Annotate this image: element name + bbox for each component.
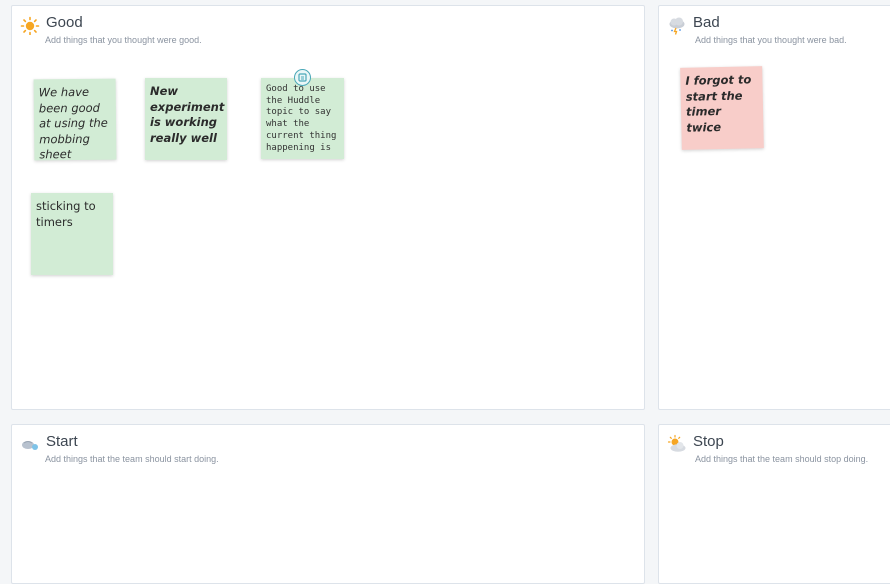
column-bad: Bad Add things that you thought were bad…	[658, 5, 890, 410]
column-stop: Stop Add things that the team should sto…	[658, 424, 890, 584]
sun-behind-cloud-icon	[667, 434, 687, 454]
storm-cloud-icon	[667, 15, 687, 35]
sticky-note[interactable]: I forgot to start the timer twice	[680, 66, 764, 150]
column-start-header: Start	[20, 433, 78, 454]
sticky-note-text: sticking to timers	[36, 199, 96, 229]
sticky-note[interactable]: sticking to timers	[31, 193, 113, 275]
sticky-note[interactable]: New experiment is working really well	[145, 78, 227, 160]
column-stop-title: Stop	[693, 433, 724, 450]
column-bad-title: Bad	[693, 14, 720, 31]
column-bad-header: Bad	[667, 14, 720, 35]
column-start-subtitle: Add things that the team should start do…	[45, 454, 219, 464]
sun-icon	[20, 15, 40, 36]
column-stop-subtitle: Add things that the team should stop doi…	[695, 454, 869, 464]
column-stop-header: Stop	[667, 433, 724, 454]
sticky-note-text: We have been good at using the mobbing s…	[38, 84, 108, 162]
column-bad-subtitle: Add things that you thought were bad.	[695, 35, 847, 45]
sticky-note[interactable]: Good to use the Huddle topic to say what…	[261, 78, 344, 159]
huddle-icon[interactable]	[294, 69, 311, 86]
sticky-note[interactable]: We have been good at using the mobbing s…	[33, 78, 117, 162]
column-start-title: Start	[46, 433, 78, 450]
column-good-header: Good	[20, 14, 83, 36]
column-start: Start Add things that the team should st…	[11, 424, 645, 584]
sticky-note-text: I forgot to start the timer twice	[685, 72, 752, 135]
column-good-title: Good	[46, 14, 83, 31]
sticky-note-text: New experiment is working really well	[150, 84, 225, 145]
sprout-icon	[20, 434, 40, 454]
column-good: Good Add things that you thought were go…	[11, 5, 645, 410]
sticky-note-text: Good to use the Huddle topic to say what…	[266, 84, 337, 153]
column-good-subtitle: Add things that you thought were good.	[45, 35, 202, 45]
